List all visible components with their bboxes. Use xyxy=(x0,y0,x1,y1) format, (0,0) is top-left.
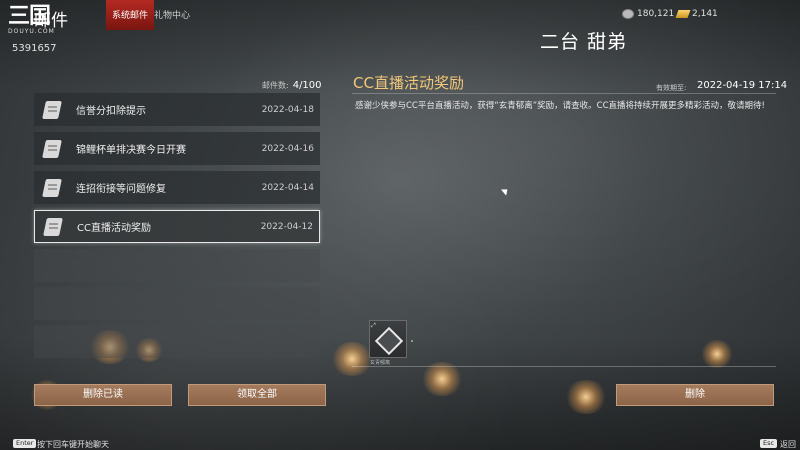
empty-mail-slot xyxy=(34,325,320,358)
empty-mail-slot xyxy=(34,287,320,320)
gold-ingot-icon xyxy=(675,10,691,18)
scroll-icon xyxy=(41,216,67,238)
mail-list-item[interactable]: 锦鲤杯单排决赛今日开赛 2022-04-16 xyxy=(34,132,320,165)
user-id: 5391657 xyxy=(12,43,57,54)
esc-key-icon[interactable]: Esc xyxy=(760,439,778,448)
mail-list-item[interactable]: 连招衔接等问题修复 2022-04-14 xyxy=(34,171,320,204)
reward-gem-icon xyxy=(374,326,404,356)
mail-title: CC直播活动奖励 xyxy=(77,223,151,234)
mail-list-item-selected[interactable]: CC直播活动奖励 2022-04-12 xyxy=(34,210,320,243)
enter-key-icon: Enter xyxy=(13,439,37,448)
mouse-cursor-icon xyxy=(501,186,510,196)
mail-title: 信誉分扣除提示 xyxy=(76,106,146,117)
mail-count: 邮件数: 4/100 xyxy=(262,80,322,91)
scroll-icon xyxy=(40,99,66,121)
delete-button[interactable]: 删除 xyxy=(616,384,774,406)
gold-amount: 2,141 xyxy=(692,9,718,19)
mail-body-text: 感谢少侠参与CC平台直播活动，获得“玄青郁离”奖励，请查收。CC直播将持续开展更… xyxy=(355,101,765,111)
mail-count-label: 邮件数: xyxy=(262,81,289,90)
reward-item-slot[interactable]: ⤢ xyxy=(369,320,407,358)
silver-currency: 180,121 xyxy=(622,9,674,19)
silver-amount: 180,121 xyxy=(637,9,675,19)
divider xyxy=(352,93,776,94)
tab-gift-center[interactable]: 礼物中心 xyxy=(148,0,196,30)
scroll-icon xyxy=(40,177,66,199)
mail-detail-title: CC直播活动奖励 xyxy=(353,74,464,92)
expand-icon: ⤢ xyxy=(371,322,376,329)
logo: 三国 邮件 DOUYU.COM xyxy=(8,4,76,38)
back-hint[interactable]: 返回 xyxy=(780,439,796,450)
streamer-label: 二台 甜弟 xyxy=(540,31,628,53)
expire-value: 2022-04-19 17:14 xyxy=(697,80,788,91)
gold-currency: 2,141 xyxy=(675,9,718,19)
claim-all-button[interactable]: 领取全部 xyxy=(188,384,326,406)
scroll-icon xyxy=(40,138,66,160)
mail-list-item[interactable]: 信誉分扣除提示 2022-04-18 xyxy=(34,93,320,126)
reward-item-name: 玄青郁离 xyxy=(370,360,391,366)
tab-system-mail[interactable]: 系统邮件 xyxy=(106,0,154,30)
chat-hint: 按下回车键开始聊天 xyxy=(37,440,109,449)
mail-count-value: 4/100 xyxy=(292,80,322,91)
mail-title: 连招衔接等问题修复 xyxy=(76,184,166,195)
reward-indicator-dot xyxy=(411,340,413,342)
silver-coin-icon xyxy=(622,9,634,19)
mail-date: 2022-04-16 xyxy=(261,143,314,154)
expire-label: 有效期至: xyxy=(656,84,687,92)
lantern-glow xyxy=(564,380,608,414)
mail-date: 2022-04-14 xyxy=(261,182,314,193)
lantern-glow xyxy=(330,342,374,376)
mail-title: 锦鲤杯单排决赛今日开赛 xyxy=(76,145,186,156)
logo-overlay-text: 邮件 xyxy=(34,11,68,31)
delete-read-button[interactable]: 删除已读 xyxy=(34,384,172,406)
lantern-glow xyxy=(700,340,734,368)
divider xyxy=(352,366,776,367)
empty-mail-slot xyxy=(34,249,320,282)
mail-date: 2022-04-18 xyxy=(261,104,314,115)
mail-date: 2022-04-12 xyxy=(260,221,313,232)
lantern-glow xyxy=(420,362,464,396)
